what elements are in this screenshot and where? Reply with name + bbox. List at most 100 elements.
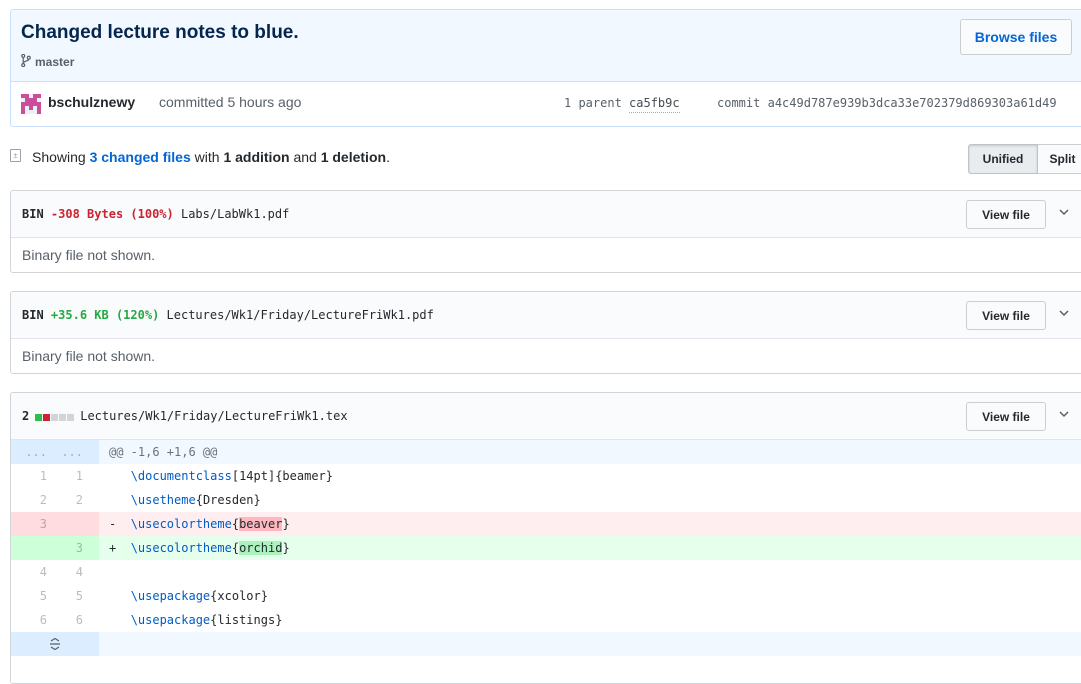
hunk-dots-old[interactable]: ... [11,445,47,459]
line-gutter: 3 [11,512,99,536]
chevron-down-icon[interactable] [1056,205,1072,219]
hunk-header-row: ... ... @@ -1,6 +1,6 @@ [11,440,1081,464]
diff-sign [109,469,131,483]
commit-title-bar: Changed lecture notes to blue. master Br… [11,10,1081,82]
old-line-number[interactable]: 4 [11,565,47,579]
expand-icon[interactable] [11,632,99,656]
diff-summary-text: Showing 3 changed files with 1 addition … [32,149,390,165]
code-text: } [282,541,290,555]
size-change: -308 Bytes (100%) [50,207,174,221]
binary-note: Binary file not shown. [22,348,156,364]
file-header: 2 Lectures/Wk1/Friday/LectureFriWk1.tex V… [11,393,1081,440]
new-line-number[interactable]: 3 [47,541,83,555]
line-gutter: 44 [11,560,99,584]
code-text: } [282,517,290,531]
split-button[interactable]: Split [1038,144,1081,174]
line-gutter: 22 [11,488,99,512]
additions-count: 1 addition [223,149,290,165]
diff-line-add: 3 + \usecolortheme{orchid} [11,536,1081,560]
file-info: BIN +35.6 KB (120%) Lectures/Wk1/Friday/… [22,308,434,322]
change-count: 2 [22,409,30,423]
latex-command: \usepackage [130,613,211,627]
diff-line-ctx: 11 \documentclass [14pt]{beamer} [11,464,1081,488]
line-gutter: 66 [11,608,99,632]
changed-word: beaver [239,517,283,531]
new-line-number[interactable]: 4 [47,565,83,579]
binary-badge: BIN [22,207,44,221]
diffstat-block-neutral [51,414,59,421]
code-line: \usetheme {Dresden} [99,488,1081,512]
diff-line-del: 3 - \usecolortheme{beaver} [11,512,1081,536]
latex-command: \usetheme [130,493,196,507]
hunk-dots-new[interactable]: ... [47,445,83,459]
line-gutter: 3 [11,536,99,560]
old-line-number[interactable]: 3 [11,517,47,531]
latex-command: \documentclass [130,469,232,483]
diff-line-ctx: 66 \usepackage {listings} [11,608,1081,632]
avatar[interactable] [21,94,41,114]
diff-view-toggle: Unified Split [968,144,1081,174]
chevron-down-icon[interactable] [1056,407,1072,421]
file-diff-labwk1: BIN -308 Bytes (100%) Labs/LabWk1.pdf Vi… [10,190,1081,273]
binary-badge: BIN [22,308,44,322]
diff-sign [109,493,131,507]
browse-files-button[interactable]: Browse files [960,19,1072,55]
code-text: { [231,541,240,555]
new-line-number[interactable]: 5 [47,589,83,603]
code-text: [14pt]{beamer} [231,469,333,483]
view-file-button[interactable]: View file [966,402,1046,431]
new-line-number[interactable]: 6 [47,613,83,627]
old-line-number[interactable]: 5 [11,589,47,603]
parent-sha-link[interactable]: ca5fb9c [629,96,680,113]
parent-label: 1 parent [564,96,622,110]
old-line-number[interactable]: 2 [11,493,47,507]
period: . [386,149,390,165]
code-text: {listings} [210,613,283,627]
old-line-number[interactable]: 1 [11,469,47,483]
file-header: BIN -308 Bytes (100%) Labs/LabWk1.pdf Vi… [11,191,1081,238]
commit-sha-value: a4c49d787e939b3dca33e702379d869303a61d49 [767,96,1057,110]
diffstat-block-neutral [67,414,75,421]
new-line-number[interactable]: 1 [47,469,83,483]
changed-files-link[interactable]: 3 changed files [90,149,191,165]
diff-sign [109,613,131,627]
author-link[interactable]: bschulznewy [48,94,135,110]
code-text: { [231,517,240,531]
code-line: \documentclass [14pt]{beamer} [99,464,1081,488]
diffstat-block-add [35,414,43,421]
view-file-button[interactable]: View file [966,301,1046,330]
code-line: \usepackage {listings} [99,608,1081,632]
view-file-button[interactable]: View file [966,200,1046,229]
diffstat [35,414,75,421]
line-gutter: 55 [11,584,99,608]
file-path[interactable]: Lectures/Wk1/Friday/LectureFriWk1.pdf [167,308,434,322]
file-path[interactable]: Lectures/Wk1/Friday/LectureFriWk1.tex [80,409,347,423]
old-line-number[interactable]: 6 [11,613,47,627]
diff-line-ctx: 55 \usepackage {xcolor} [11,584,1081,608]
file-path[interactable]: Labs/LabWk1.pdf [181,207,289,221]
avatar-pixel [37,110,41,114]
file-diff-lecturefriwk1-pdf: BIN +35.6 KB (120%) Lectures/Wk1/Friday/… [10,291,1081,374]
latex-command: \usecolortheme [130,517,232,531]
parent-info: 1 parent ca5fb9c [564,96,680,113]
and-label: and [293,149,317,165]
git-branch-icon [21,53,31,70]
expand-spacer [99,632,1081,656]
code-line: - \usecolortheme{beaver} [99,512,1081,536]
file-header: BIN +35.6 KB (120%) Lectures/Wk1/Friday/… [11,292,1081,339]
expand-row [11,632,1081,656]
branch-label[interactable]: master [21,53,75,70]
code-line: + \usecolortheme{orchid} [99,536,1081,560]
latex-command: \usecolortheme [130,541,232,555]
chevron-down-icon[interactable] [1056,306,1072,320]
diff-line-ctx: 44 [11,560,1081,584]
hunk-gutter: ... ... [11,440,99,464]
diff-sign [109,589,131,603]
new-line-number[interactable]: 2 [47,493,83,507]
hunk-header: @@ -1,6 +1,6 @@ [109,445,218,459]
unified-button[interactable]: Unified [968,144,1038,174]
size-change: +35.6 KB (120%) [50,308,160,322]
branch-name: master [35,55,75,69]
line-gutter: 11 [11,464,99,488]
code-line [99,560,1081,584]
